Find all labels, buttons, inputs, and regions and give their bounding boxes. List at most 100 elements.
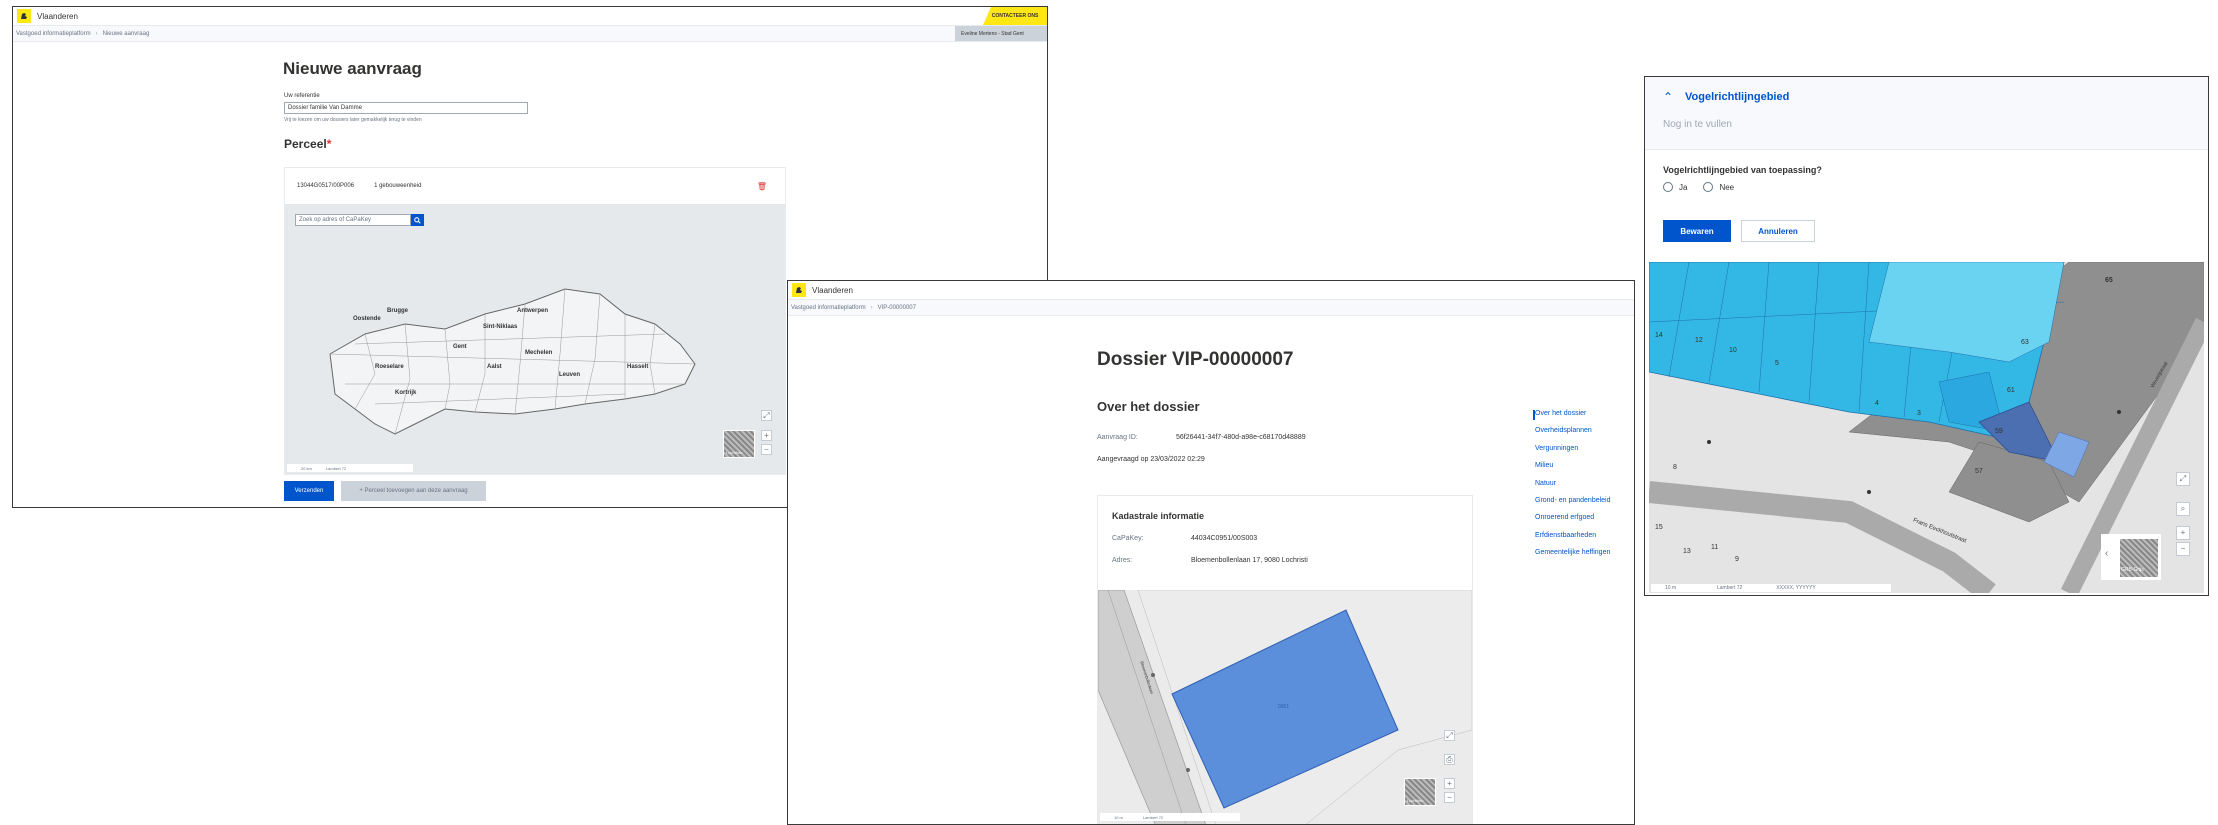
city-leuven: Leuven <box>559 372 581 378</box>
radio-ja[interactable] <box>1663 182 1673 192</box>
print-icon[interactable]: ⎙ <box>1444 754 1455 765</box>
request-id-label: Aanvraag ID: <box>1097 434 1138 441</box>
section-header[interactable]: ⌃ Vogelrichtlijngebied Nog in te vullen <box>1645 77 2208 150</box>
zoom-in-icon[interactable]: + <box>2176 526 2190 540</box>
parcel-number-label: 0951 <box>1278 704 1290 710</box>
sidenav-natuur[interactable]: Natuur <box>1535 480 1556 487</box>
radio-nee[interactable] <box>1703 182 1714 192</box>
basemap-label: Luchtfoto <box>1407 798 1424 803</box>
city-brugge: Brugge <box>387 308 408 314</box>
save-button[interactable]: Bewaren <box>1663 220 1731 242</box>
house-number-11: 11 <box>1711 544 1719 551</box>
sidenav-overheidsplannen[interactable]: Overheidsplannen <box>1535 427 1592 434</box>
sidenav-erfdienstbaarheden[interactable]: Erfdienstbaarheden <box>1535 532 1596 539</box>
delete-icon[interactable]: 🗑 <box>757 182 767 191</box>
breadcrumb-separator-icon: › <box>95 30 98 37</box>
sidenav-grond-en-pandenbeleid[interactable]: Grond- en pandenbeleid <box>1535 497 1611 504</box>
basemap-label: GRB-Grijs <box>2121 567 2144 573</box>
bird-directive-map[interactable]: 65 14 12 10 5 4 3 63 61 59 57 8 15 13 11… <box>1649 262 2204 593</box>
breadcrumb-separator-icon: › <box>870 304 873 311</box>
section-title[interactable]: Vogelrichtlijngebied <box>1685 91 1789 103</box>
parcel-map[interactable]: Bloemenbollenlaan 0951 ⤢ ⎙ Luchtfoto + −… <box>1098 590 1472 824</box>
city-sint-niklaas: Sint-Niklaas <box>483 324 518 330</box>
map-search-input[interactable]: Zoek op adres of CaPaKey <box>295 214 411 226</box>
required-marker: * <box>326 137 332 151</box>
sidenav-gemeentelijke-heffingen[interactable]: Gemeentelijke heffingen <box>1535 549 1610 556</box>
cancel-button[interactable]: Annuleren <box>1741 220 1815 242</box>
parcel-units: 1 gebouweenheid <box>374 183 422 189</box>
radio-nee-label: Nee <box>1719 182 1735 192</box>
breadcrumb-home[interactable]: Vastgoed informatieplatform <box>16 31 91 37</box>
perceel-label: Perceel <box>284 137 327 151</box>
fullscreen-icon[interactable]: ⤢ <box>1444 730 1455 741</box>
parcel-id: 13044G0517/00P006 <box>297 183 355 189</box>
perceel-heading: Perceel* <box>284 137 331 151</box>
fullscreen-icon[interactable]: ⤢ <box>2176 472 2190 486</box>
sidenav-over-het-dossier[interactable]: Over het dossier <box>1535 410 1586 417</box>
chevron-left-icon[interactable]: ‹ <box>2105 548 2108 559</box>
house-number-12: 12 <box>1695 337 1703 344</box>
brand-label: Vlaanderen <box>812 285 853 295</box>
requested-on: Aangevraagd op 23/03/2022 02:29 <box>1097 456 1205 463</box>
map-search-button[interactable] <box>411 214 424 226</box>
scale-text: 10 m <box>1114 814 1123 820</box>
global-header: Vlaanderen CONTACTEER ONS <box>13 7 1047 26</box>
sidenav-milieu[interactable]: Milieu <box>1535 462 1553 469</box>
basemap-label: Luchtfoto <box>726 450 743 455</box>
question-label: Vogelrichtlijngebied van toepassing? <box>1663 165 1822 175</box>
city-gent: Gent <box>453 344 467 350</box>
search-icon <box>414 216 421 224</box>
reference-input[interactable]: Dossier familie Van Damme <box>284 102 528 114</box>
house-number-10: 10 <box>1729 347 1737 354</box>
house-number-59: 59 <box>1995 428 2003 435</box>
breadcrumb-home[interactable]: Vastgoed informatieplatform <box>791 305 866 311</box>
parcel-card: 13044G0517/00P006 1 gebouweenheid 🗑 Zoek… <box>284 167 786 475</box>
zoom-in-icon[interactable]: + <box>761 430 772 441</box>
city-mechelen: Mechelen <box>525 350 553 356</box>
page-title: Nieuwe aanvraag <box>283 59 422 78</box>
zoom-out-icon[interactable]: − <box>761 444 772 455</box>
add-parcel-button[interactable]: + Perceel toevoegen aan deze aanvraag <box>341 481 486 501</box>
flanders-lion-logo[interactable] <box>17 9 31 23</box>
submit-button[interactable]: Verzenden <box>284 481 334 501</box>
chevron-up-icon[interactable]: ⌃ <box>1663 90 1673 104</box>
house-number-15: 15 <box>1655 524 1663 531</box>
fullscreen-icon[interactable]: ⤢ <box>761 410 772 421</box>
city-roeselare: Roeselare <box>375 364 404 370</box>
global-header: Vlaanderen <box>788 281 1634 300</box>
zoom-out-icon[interactable]: − <box>1444 792 1455 803</box>
house-number-14: 14 <box>1655 332 1663 339</box>
radio-ja-label: Ja <box>1679 182 1688 192</box>
house-number-63: 63 <box>2021 339 2029 346</box>
request-id-value: 56f26441-34f7-480d-a98e-c68170d48889 <box>1176 434 1306 441</box>
house-number-65: 65 <box>2105 277 2113 284</box>
zoom-in-icon[interactable]: + <box>1444 778 1455 789</box>
sidenav-vergunningen[interactable]: Vergunningen <box>1535 445 1578 452</box>
contact-button[interactable]: CONTACTEER ONS <box>983 7 1047 25</box>
flanders-lion-logo[interactable] <box>792 283 806 297</box>
reference-label: Uw referentie <box>284 93 320 99</box>
user-menu[interactable]: Eveline Mertens - Stad Gent <box>955 26 1047 41</box>
breadcrumb: Vastgoed informatieplatform › VIP-000000… <box>788 300 1634 316</box>
cadastral-title: Kadastrale informatie <box>1112 511 1205 521</box>
vogelrichtlijngebied-window: ⌃ Vogelrichtlijngebied Nog in te vullen … <box>1644 76 2209 596</box>
sidenav-onroerend-erfgoed[interactable]: Onroerend erfgoed <box>1535 514 1594 521</box>
scale-text: 10 m <box>1665 585 1677 591</box>
house-number-3: 3 <box>1917 410 1921 417</box>
capakey-value: 44034C0951/00S003 <box>1191 535 1258 542</box>
zoom-out-icon[interactable]: − <box>2176 542 2190 556</box>
zoom-to-icon[interactable]: ⌕ <box>2176 502 2190 516</box>
address-value: Bloemenbollenlaan 17, 9080 Lochristi <box>1191 557 1308 564</box>
radio-group: Ja Nee <box>1663 182 1734 192</box>
scale-bar: 10 m Lambert 72 XXXXX, YYYYYY <box>1651 584 1891 592</box>
house-number-4: 4 <box>1875 400 1879 407</box>
capakey-label: CaPaKey: <box>1112 535 1144 542</box>
section-status: Nog in te vullen <box>1663 119 1732 130</box>
map-search-placeholder: Zoek op adres of CaPaKey <box>299 217 372 223</box>
scale-text: 20 km <box>301 465 312 471</box>
address-label: Adres: <box>1112 557 1133 564</box>
coordinates-text: XXXXX, YYYYYY <box>1776 585 1816 591</box>
reference-input-value: Dossier familie Van Damme <box>288 105 362 111</box>
city-kortrijk: Kortrijk <box>395 390 417 396</box>
flanders-map[interactable]: Zoek op adres of CaPaKey Oostende Brugge… <box>285 204 785 474</box>
